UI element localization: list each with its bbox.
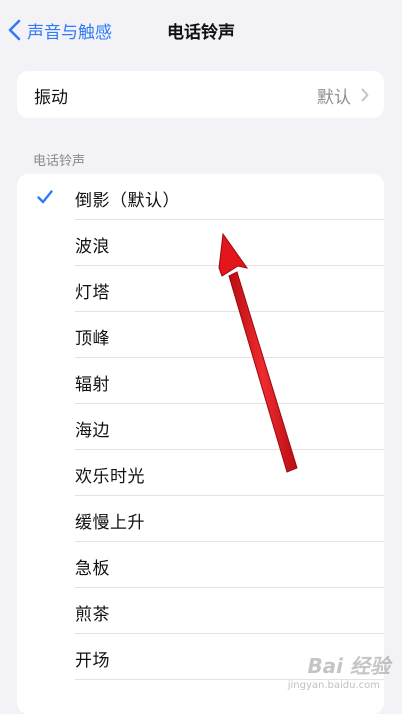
ringtone-item[interactable]: 缓慢上升 [17,496,384,542]
ringtone-item[interactable]: 倒影（默认） [17,174,384,220]
ringtone-item[interactable]: 欢乐时光 [17,450,384,496]
ringtone-label: 倒影（默认） [75,191,180,211]
ringtone-label: 开场 [75,651,110,671]
ringtone-list: 倒影（默认） 波浪 灯塔 顶峰 辐射 海边 欢乐时光 缓慢上升 急板 煎茶 开场 [17,174,384,714]
checkmark-icon [37,189,53,208]
vibration-card: 振动 默认 [17,71,384,118]
ringtone-label: 灯塔 [75,283,110,303]
watermark-url: jingyan.baidu.com [287,680,380,691]
vibration-row[interactable]: 振动 默认 [17,71,384,118]
ringtone-label: 煎茶 [75,605,110,625]
ringtone-label: 辐射 [75,375,110,395]
navigation-bar: 声音与触感 电话铃声 [0,0,402,58]
watermark: Bai 经验 [307,654,390,678]
ringtone-label: 急板 [75,559,110,579]
ringtone-label: 波浪 [75,237,110,257]
ringtone-label: 顶峰 [75,329,110,349]
vibration-value: 默认 [317,88,351,108]
ringtone-item[interactable]: 辐射 [17,358,384,404]
chevron-right-icon [361,87,369,106]
ringtone-label: 缓慢上升 [75,513,145,533]
vibration-label: 振动 [34,88,68,108]
ringtone-label: 欢乐时光 [75,467,145,487]
ringtone-item[interactable]: 顶峰 [17,312,384,358]
ringtone-item[interactable]: 海边 [17,404,384,450]
page-title: 电话铃声 [167,23,235,43]
ringtone-section-header: 电话铃声 [33,154,86,169]
ringtone-item[interactable]: 急板 [17,542,384,588]
ringtone-item[interactable]: 灯塔 [17,266,384,312]
ringtone-label: 海边 [75,421,110,441]
ringtone-item[interactable]: 波浪 [17,220,384,266]
ringtone-item[interactable]: 煎茶 [17,588,384,634]
